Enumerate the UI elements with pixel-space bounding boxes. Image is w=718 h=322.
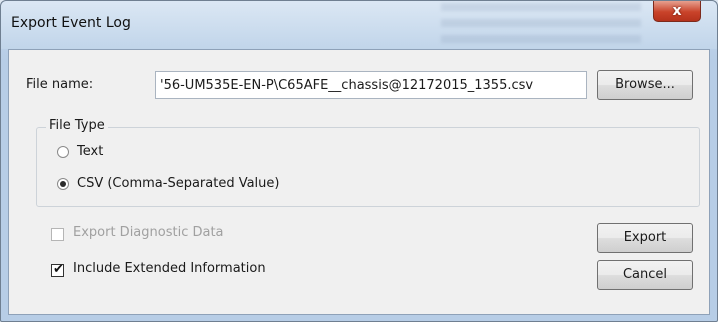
dialog-title: Export Event Log xyxy=(11,15,131,31)
cancel-button[interactable]: Cancel xyxy=(597,260,693,290)
check-icon: ✔ xyxy=(53,262,64,277)
export-diagnostic-checkbox[interactable] xyxy=(51,228,64,241)
radio-text-label[interactable]: Text xyxy=(77,144,103,159)
close-button[interactable]: x xyxy=(653,1,701,22)
include-extended-checkbox[interactable]: ✔ xyxy=(51,262,64,277)
file-type-group xyxy=(36,127,700,207)
radio-text[interactable] xyxy=(57,146,69,158)
close-icon: x xyxy=(672,3,682,19)
title-bar: Export Event Log x xyxy=(1,1,717,49)
include-extended-label[interactable]: Include Extended Information xyxy=(73,261,266,276)
file-name-input[interactable]: '56-UM535E-EN-P\C65AFE__chassis@12172015… xyxy=(155,71,587,99)
export-diagnostic-label: Export Diagnostic Data xyxy=(73,225,224,240)
dialog-body: File name: '56-UM535E-EN-P\C65AFE__chass… xyxy=(8,49,710,315)
export-button[interactable]: Export xyxy=(597,223,693,253)
browse-button[interactable]: Browse... xyxy=(597,70,693,100)
radio-csv-label[interactable]: CSV (Comma-Separated Value) xyxy=(77,176,279,191)
background-blur xyxy=(441,3,641,43)
file-name-label: File name: xyxy=(26,77,94,92)
radio-csv[interactable] xyxy=(57,178,69,190)
export-event-log-dialog: Export Event Log x File name: '56-UM535E… xyxy=(0,0,718,322)
file-type-group-label: File Type xyxy=(46,118,108,133)
